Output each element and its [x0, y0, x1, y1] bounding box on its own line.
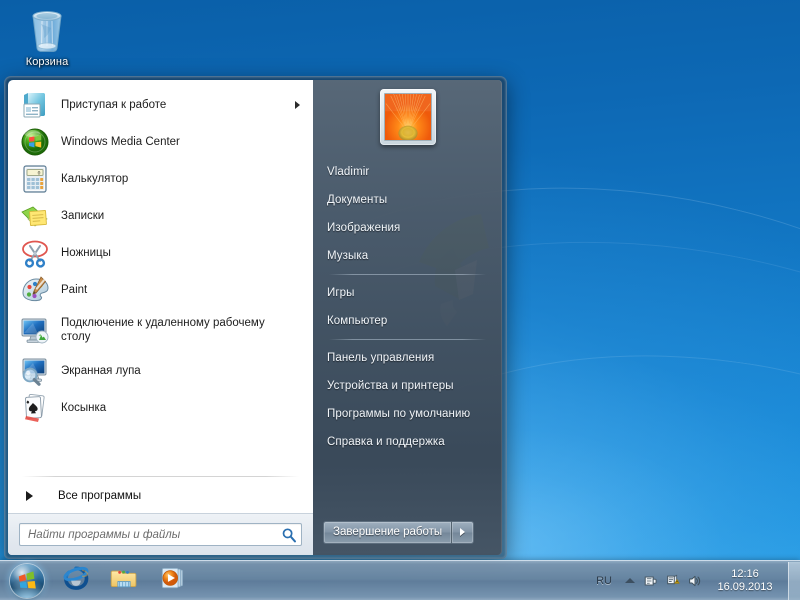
places-list: Vladimir Документы Изображения Музыка Иг… [313, 154, 502, 515]
show-hidden-icons-icon[interactable] [620, 568, 640, 594]
clock[interactable]: 12:16 16.09.2013 [706, 568, 784, 594]
network-warning-icon[interactable] [662, 568, 684, 594]
place-item-control-panel[interactable]: Панель управления [313, 344, 502, 372]
program-item-windows-media-center[interactable]: Windows Media Center [12, 123, 309, 160]
program-item-label: Подключение к удаленному рабочему столу [61, 317, 265, 343]
place-item-label: Изображения [327, 222, 401, 234]
program-item-label: Экранная лупа [61, 364, 141, 377]
program-item-solitaire[interactable]: Косынка [12, 389, 309, 426]
internet-explorer-icon [62, 564, 90, 597]
getting-started-icon [19, 89, 51, 121]
place-item-label: Устройства и принтеры [327, 380, 454, 392]
place-item-documents[interactable]: Документы [313, 186, 502, 214]
program-item-label: Записки [61, 209, 105, 222]
program-list: Приступая к работе Windows Media Center … [8, 80, 313, 472]
all-programs-label: Все программы [58, 490, 142, 502]
program-item-snipping-tool[interactable]: Ножницы [12, 234, 309, 271]
action-center-icon[interactable] [640, 568, 662, 594]
place-item-pictures[interactable]: Изображения [313, 214, 502, 242]
sticky-notes-icon [19, 200, 51, 232]
start-button[interactable] [3, 562, 51, 600]
shutdown-label: Завершение работы [333, 526, 443, 538]
taskbar-button-windows-explorer[interactable] [101, 563, 147, 599]
place-item-music[interactable]: Музыка [313, 242, 502, 270]
search-area [8, 513, 313, 555]
program-item-magnifier[interactable]: Экранная лупа [12, 352, 309, 389]
program-item-label: Paint [61, 283, 88, 296]
search-input[interactable] [28, 528, 281, 541]
search-box[interactable] [19, 523, 302, 546]
user-name-label: Vladimir [327, 166, 370, 178]
program-item-label: Косынка [61, 401, 107, 414]
program-item-label: Приступая к работе [61, 98, 167, 111]
right-arrow-icon [26, 491, 33, 501]
windows-media-center-icon [19, 126, 51, 158]
taskbar-button-windows-media-player[interactable] [149, 563, 195, 599]
avatar[interactable] [379, 89, 436, 145]
windows-media-player-icon [158, 564, 186, 597]
program-item-getting-started[interactable]: Приступая к работе [12, 86, 309, 123]
clock-date: 16.09.2013 [717, 580, 773, 593]
start-menu: Приступая к работе Windows Media Center … [4, 76, 507, 559]
place-item-label: Справка и поддержка [327, 436, 445, 448]
desktop-icon-recycle-bin[interactable]: Корзина [8, 4, 86, 76]
shutdown-button[interactable]: Завершение работы [323, 520, 453, 544]
program-item-label: Windows Media Center [61, 135, 180, 148]
calculator-icon: 0 [19, 163, 51, 195]
show-desktop-button[interactable] [788, 561, 800, 600]
submenu-arrow-icon [295, 100, 300, 109]
place-item-label: Компьютер [327, 315, 388, 327]
place-item-computer[interactable]: Компьютер [313, 307, 502, 335]
solitaire-icon [19, 392, 51, 424]
program-item-sticky-notes[interactable]: Записки [12, 197, 309, 234]
places-divider [329, 339, 486, 340]
chevron-right-icon [460, 528, 466, 536]
place-item-label: Панель управления [327, 352, 435, 364]
windows-start-orb-icon [10, 563, 44, 598]
remote-desktop-icon [19, 314, 51, 346]
program-item-calculator[interactable]: 0 Калькулятор [12, 160, 309, 197]
shutdown-options-button[interactable] [452, 520, 475, 544]
recycle-bin-icon [24, 6, 70, 54]
search-icon[interactable] [281, 527, 297, 543]
user-avatar-wrapper[interactable] [313, 80, 502, 154]
all-programs-button[interactable]: Все программы [12, 479, 309, 513]
place-item-label: Музыка [327, 250, 369, 262]
shutdown-area: Завершение работы [313, 515, 502, 555]
place-item-games[interactable]: Игры [313, 279, 502, 307]
recycle-bin-label: Корзина [25, 56, 69, 68]
all-programs-divider [22, 476, 299, 477]
places-divider [329, 274, 486, 275]
place-item-user[interactable]: Vladimir [313, 158, 502, 186]
place-item-label: Документы [327, 194, 388, 206]
system-tray: RU 12:16 16.09.2013 [588, 561, 800, 600]
volume-icon[interactable] [684, 568, 706, 594]
chevron-up-icon [625, 578, 635, 583]
snipping-tool-icon [19, 237, 51, 269]
svg-text:0: 0 [37, 170, 40, 176]
program-item-paint[interactable]: Paint [12, 271, 309, 308]
clock-time: 12:16 [731, 567, 759, 580]
taskbar-button-internet-explorer[interactable] [53, 563, 99, 599]
program-item-label: Ножницы [61, 246, 111, 259]
tray-language-indicator[interactable]: RU [588, 575, 620, 587]
magnifier-icon [19, 355, 51, 387]
place-item-default-programs[interactable]: Программы по умолчанию [313, 400, 502, 428]
taskbar: RU 12:16 16.09.2013 [0, 560, 800, 600]
paint-icon [19, 274, 51, 306]
program-item-remote-desktop[interactable]: Подключение к удаленному рабочему столу [12, 308, 309, 352]
start-menu-places-pane: Vladimir Документы Изображения Музыка Иг… [313, 80, 502, 555]
orange-flower-avatar [383, 93, 432, 141]
windows-explorer-icon [110, 564, 138, 597]
place-item-label: Программы по умолчанию [327, 408, 471, 420]
place-item-help-and-support[interactable]: Справка и поддержка [313, 428, 502, 456]
program-item-label: Калькулятор [61, 172, 129, 185]
place-item-devices-and-printers[interactable]: Устройства и принтеры [313, 372, 502, 400]
place-item-label: Игры [327, 287, 355, 299]
start-menu-programs-pane: Приступая к работе Windows Media Center … [8, 80, 313, 555]
